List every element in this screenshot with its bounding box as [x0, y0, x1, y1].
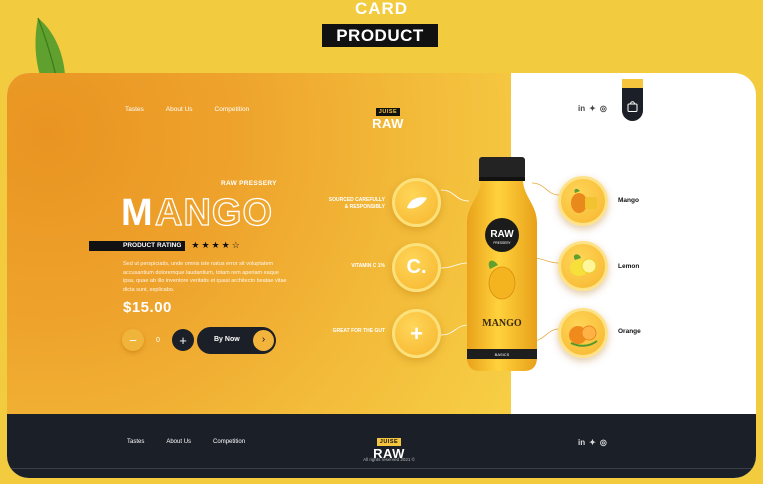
- footer-nav-tastes[interactable]: Tastes: [127, 439, 144, 445]
- fruit-label-mango: Mango: [618, 197, 639, 204]
- linkedin-icon[interactable]: in: [578, 438, 585, 447]
- shopping-bag-icon: [627, 101, 638, 112]
- footer-nav-competition[interactable]: Competition: [213, 439, 245, 445]
- footer: Tastes About Us Competition JUISE RAW Al…: [7, 414, 756, 478]
- footer-nav: Tastes About Us Competition: [127, 439, 245, 445]
- bottle-band: BASICS: [495, 352, 510, 357]
- linkedin-icon[interactable]: in: [578, 104, 585, 113]
- connector-lines: [440, 182, 560, 342]
- fruit-orange: [558, 308, 608, 358]
- fruit-lemon: [558, 241, 608, 291]
- poster-title-card: CARD: [354, 0, 409, 18]
- footer-logo-small: JUISE: [376, 438, 402, 446]
- bottle-sub: PRESSERY: [493, 241, 511, 245]
- product-card: Tastes About Us Competition JUISE RAW RA…: [7, 73, 756, 478]
- instagram-icon[interactable]: ◎: [600, 438, 607, 447]
- footer-copyright: All rights reserved 2021 ©: [363, 457, 415, 462]
- orange-fruit-icon: [569, 325, 598, 347]
- lemon-fruit-icon: [570, 254, 597, 276]
- footer-social-links: in ✦ ◎: [578, 438, 607, 447]
- bottle-brand: RAW: [490, 229, 514, 240]
- cart-button[interactable]: [622, 79, 643, 121]
- social-links: in ✦ ◎: [578, 104, 607, 113]
- mango-fruit-icon: [571, 188, 597, 213]
- fruit-label-lemon: Lemon: [618, 263, 640, 270]
- bottle-product-name: MANGO: [482, 318, 522, 329]
- juice-bottle-image: RAW PRESSERY MANGO BASICS: [467, 157, 537, 371]
- footer-nav-about-us[interactable]: About Us: [166, 439, 191, 445]
- footer-divider: [7, 468, 756, 469]
- footer-brand-logo[interactable]: JUISE RAW: [369, 430, 409, 460]
- poster-title-product: PRODUCT: [322, 24, 438, 47]
- twitter-icon[interactable]: ✦: [589, 438, 596, 447]
- twitter-icon[interactable]: ✦: [589, 104, 596, 113]
- instagram-icon[interactable]: ◎: [600, 104, 607, 113]
- fruit-mango: [558, 176, 608, 226]
- fruit-label-orange: Orange: [618, 328, 641, 335]
